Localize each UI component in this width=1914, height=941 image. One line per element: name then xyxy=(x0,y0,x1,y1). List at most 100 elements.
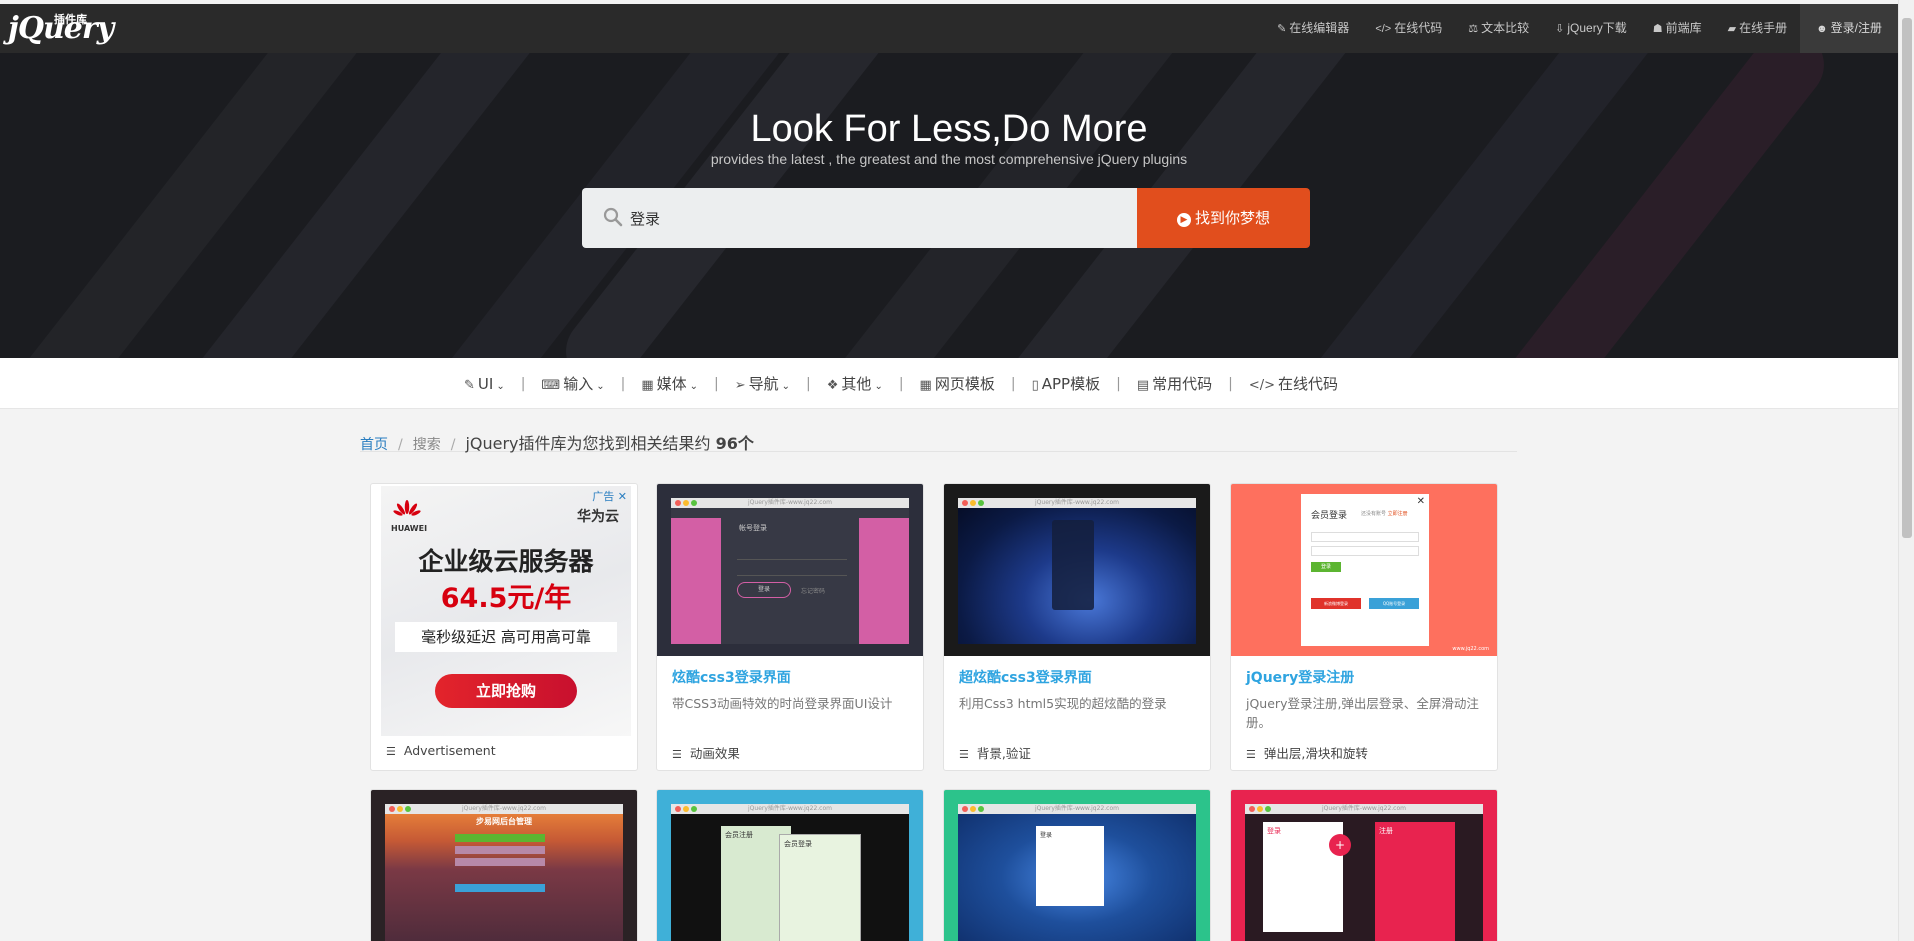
ad-footer: ☰ Advertisement xyxy=(386,743,496,758)
ad-card[interactable]: 广告 ✕ HUAWEI 华为云 企业级云服务器 64.5元/年 毫秒级延迟 高可… xyxy=(370,483,638,771)
topnav-label: 登录/注册 xyxy=(1830,21,1882,35)
breadcrumb-separator: / xyxy=(450,437,456,453)
plugin-card[interactable]: jQuery插件库-www.jq22.com 步易网后台管理 xyxy=(370,789,638,941)
plugin-card[interactable]: ✕ 会员登录 还没有账号 立即注册 登录 新浪微博登录 QQ账号登录 www.j… xyxy=(1230,483,1498,771)
plugin-title[interactable]: jQuery登录注册 xyxy=(1246,667,1354,687)
huawei-logo-icon xyxy=(393,500,421,516)
category-item[interactable]: ✎ UI ⌄ xyxy=(458,375,511,393)
topnav-label: 在线代码 xyxy=(1394,21,1443,35)
book-icon: ▰ xyxy=(1727,23,1737,35)
topnav-item[interactable]: ⇩ jQuery下载 xyxy=(1542,4,1640,53)
film-icon: ▦ xyxy=(641,378,654,393)
search-box xyxy=(582,188,1137,248)
top-nav-menu: ✎ 在线编辑器 </> 在线代码 ⚖ 文本比较 ⇩ jQuery下载 ☗ 前端库 ▰ 在线手册 ☻ 登录/… xyxy=(1264,4,1898,53)
chevron-down-icon: ⌄ xyxy=(781,381,791,392)
plugin-thumbnail[interactable]: jQuery插件库-www.jq22.com 步易网后台管理 xyxy=(371,790,637,941)
plugin-card[interactable]: jQuery插件库-www.jq22.com 登录 + 注册 xyxy=(1230,789,1498,941)
plugin-title[interactable]: 超炫酷css3登录界面 xyxy=(959,667,1092,687)
topnav-label: 前端库 xyxy=(1665,21,1702,35)
plugin-thumbnail[interactable]: jQuery插件库-www.jq22.com 帐号登录 登录 忘记密码 xyxy=(657,484,923,656)
close-icon[interactable]: ✕ xyxy=(618,490,627,503)
thumb-address-bar: jQuery插件库-www.jq22.com xyxy=(958,498,1196,508)
code-icon: </> xyxy=(1375,23,1392,35)
plugin-thumbnail[interactable]: ✕ 会员登录 还没有账号 立即注册 登录 新浪微博登录 QQ账号登录 www.j… xyxy=(1231,484,1497,656)
chevron-down-icon: ⌄ xyxy=(874,381,883,392)
hero-subtitle: provides the latest , the greatest and t… xyxy=(710,151,1188,167)
thumb-address-bar: jQuery插件库-www.jq22.com xyxy=(958,804,1196,814)
result-prefix: jQuery插件库为您找到相关结果约 xyxy=(465,434,711,453)
dropbox-icon: ❖ xyxy=(826,378,839,393)
page-scrollbar[interactable] xyxy=(1898,0,1914,941)
ad-badge: 广告 ✕ xyxy=(592,490,627,503)
category-separator: | xyxy=(714,375,719,392)
chevron-circle-right-icon: ▶ xyxy=(1176,213,1191,227)
ad-headline: 企业级云服务器 xyxy=(418,547,594,576)
plugin-thumbnail[interactable]: jQuery插件库-www.jq22.com 登录 xyxy=(944,790,1210,941)
category-separator: | xyxy=(1010,375,1016,392)
category-item[interactable]: ❖ 其他 ⌄ xyxy=(821,373,889,394)
ad-cta-button[interactable]: 立即抢购 xyxy=(435,674,577,708)
category-item[interactable]: ▦ 媒体 ⌄ xyxy=(635,373,704,394)
thumb-address-bar: jQuery插件库-www.jq22.com xyxy=(385,804,623,814)
send-icon: ➢ xyxy=(734,378,746,393)
breadcrumb-home[interactable]: 首页 xyxy=(360,437,388,453)
keyboard-icon: ⌨ xyxy=(541,378,561,393)
list-icon: ☰ xyxy=(386,745,396,758)
list-icon: ☰ xyxy=(1246,748,1256,761)
plugin-thumbnail[interactable]: jQuery插件库-www.jq22.com 登录 + 注册 xyxy=(1231,790,1497,941)
category-label: 在线代码 xyxy=(1278,375,1339,393)
plugin-tags: ☰ 动画效果 xyxy=(672,746,740,761)
thumb-address-bar: jQuery插件库-www.jq22.com xyxy=(671,498,909,508)
category-item[interactable]: ▦ 网页模板 xyxy=(914,373,1001,394)
plugin-desc: 利用Css3 html5实现的超炫酷的登录 xyxy=(959,696,1167,711)
balance-icon: ⚖ xyxy=(1468,23,1479,35)
topnav-item[interactable]: ☻ 登录/注册 xyxy=(1800,4,1898,53)
logo-sub: 插件库 xyxy=(54,13,87,26)
category-label: 导航 xyxy=(748,375,779,393)
plugin-tags: ☰ 弹出层,滑块和旋转 xyxy=(1246,746,1368,761)
topnav-item[interactable]: ✎ 在线编辑器 xyxy=(1264,4,1362,53)
plugin-card[interactable]: jQuery插件库-www.jq22.com 帐号登录 登录 忘记密码 炫酷cs… xyxy=(656,483,924,771)
breadcrumb-separator: / xyxy=(398,437,403,453)
thumb-address-bar: jQuery插件库-www.jq22.com xyxy=(671,804,909,814)
ad-brand-cn: 华为云 xyxy=(577,509,619,525)
category-item[interactable]: ⌨ 输入 ⌄ xyxy=(535,373,610,394)
ad-image[interactable]: 广告 ✕ HUAWEI 华为云 企业级云服务器 64.5元/年 毫秒级延迟 高可… xyxy=(381,486,631,736)
search-input[interactable] xyxy=(630,200,1120,236)
category-label: APP模板 xyxy=(1041,375,1101,393)
topnav-item[interactable]: ☗ 前端库 xyxy=(1640,4,1715,53)
category-label: UI xyxy=(477,374,494,393)
topnav-item[interactable]: ▰ 在线手册 xyxy=(1715,4,1800,53)
plugin-card[interactable]: jQuery插件库-www.jq22.com 超炫酷css3登录界面 利用Css… xyxy=(943,483,1211,771)
category-separator: | xyxy=(1116,375,1121,392)
category-label: 常用代码 xyxy=(1152,375,1213,393)
plugin-desc: jQuery登录注册,弹出层登录、全屏滑动注册。 xyxy=(1246,696,1479,730)
plugin-card[interactable]: jQuery插件库-www.jq22.com 登录 xyxy=(943,789,1211,941)
category-item[interactable]: ▯ APP模板 xyxy=(1026,373,1107,394)
breadcrumb-current: 搜索 xyxy=(412,437,441,453)
th-large-icon: ▦ xyxy=(919,378,932,393)
plugin-card[interactable]: jQuery插件库-www.jq22.com 会员注册 会员登录 xyxy=(656,789,924,941)
topnav-item[interactable]: ⚖ 文本比较 xyxy=(1455,4,1542,53)
hero-title: Look For Less,Do More xyxy=(750,108,1148,150)
category-label: 网页模板 xyxy=(934,375,995,393)
category-item[interactable]: </> 在线代码 xyxy=(1243,373,1344,394)
topnav-label: 在线手册 xyxy=(1739,21,1788,35)
hero-banner: Look For Less,Do More provides the lates… xyxy=(0,53,1898,358)
code-icon: </> xyxy=(1248,378,1276,393)
category-label: 其他 xyxy=(841,375,872,393)
site-logo[interactable]: jQuery 插件库 xyxy=(8,12,114,46)
plugin-thumbnail[interactable]: jQuery插件库-www.jq22.com xyxy=(944,484,1210,656)
scrollbar-thumb[interactable] xyxy=(1902,18,1912,538)
category-label: 媒体 xyxy=(656,375,687,393)
category-item[interactable]: ➢ 导航 ⌄ xyxy=(729,373,796,394)
topnav-label: 在线编辑器 xyxy=(1289,21,1350,35)
plugin-title[interactable]: 炫酷css3登录界面 xyxy=(672,667,791,687)
chevron-down-icon: ⌄ xyxy=(496,380,505,392)
plugin-thumbnail[interactable]: jQuery插件库-www.jq22.com 会员注册 会员登录 xyxy=(657,790,923,941)
search-button-label: 找到你梦想 xyxy=(1194,209,1270,227)
topnav-item[interactable]: </> 在线代码 xyxy=(1362,4,1455,53)
search-button[interactable]: ▶ 找到你梦想 xyxy=(1137,188,1310,248)
plugin-tags: ☰ 背景,验证 xyxy=(959,746,1031,761)
category-item[interactable]: ▤ 常用代码 xyxy=(1131,373,1218,394)
